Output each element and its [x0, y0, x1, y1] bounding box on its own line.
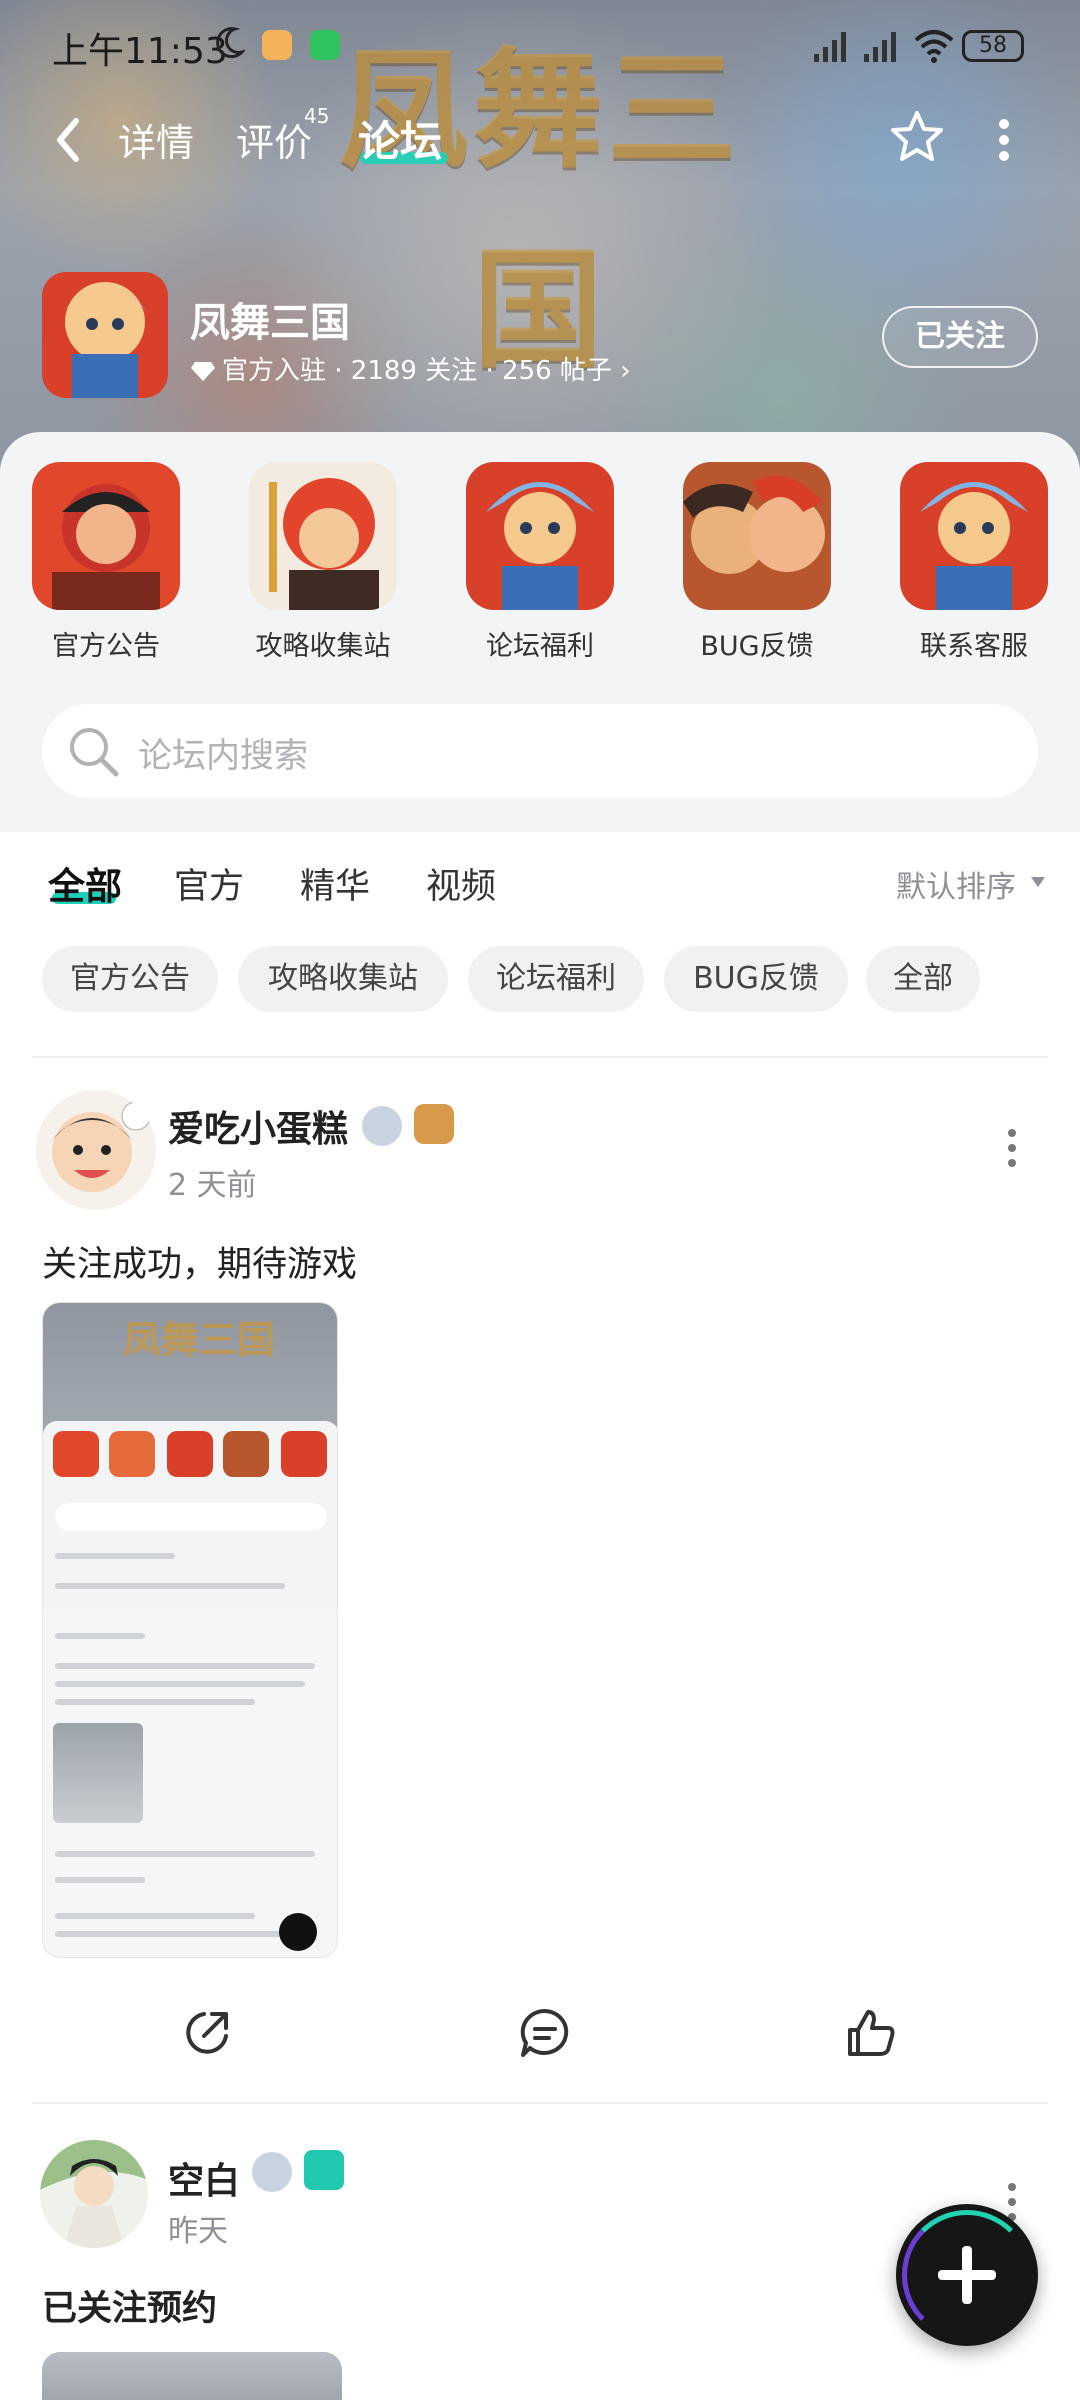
category-label: 攻略收集站	[255, 631, 391, 662]
filter-tab-official[interactable]: 官方	[174, 858, 244, 909]
screenshot-line	[55, 1583, 285, 1589]
followed-button[interactable]: 已关注	[882, 306, 1038, 368]
tab-detail[interactable]: 详情	[118, 112, 194, 167]
screenshot-search	[55, 1503, 327, 1531]
signal-icon	[814, 32, 846, 62]
screenshot-cat	[167, 1431, 213, 1477]
more-icon[interactable]	[996, 118, 1012, 162]
category-guides-image	[249, 462, 397, 610]
category-welfare-image	[466, 462, 614, 610]
share-icon[interactable]	[180, 2006, 234, 2060]
filter-tab-all[interactable]: 全部	[48, 856, 122, 910]
screenshot-line	[55, 1913, 255, 1919]
chip-welfare[interactable]: 论坛福利	[468, 946, 644, 1012]
post-image[interactable]	[42, 2352, 342, 2400]
review-count-badge: 45	[304, 104, 330, 128]
screenshot-line	[55, 1681, 305, 1687]
category-label: 论坛福利	[486, 631, 594, 662]
filter-tab-featured[interactable]: 精华	[300, 858, 370, 909]
screenshot-cat	[109, 1431, 155, 1477]
category-bug-report-image	[683, 462, 831, 610]
category-label: BUG反馈	[700, 631, 814, 662]
post-content[interactable]: 已关注预约	[42, 2280, 217, 2331]
section-divider	[32, 1056, 1048, 1058]
comment-icon[interactable]	[518, 2006, 572, 2060]
category-label: 联系客服	[920, 631, 1028, 662]
back-icon[interactable]	[50, 115, 86, 165]
status-bar: 上午11:53 58	[0, 0, 1080, 90]
game-name: 凤舞三国	[190, 300, 350, 346]
caret-down-icon	[1031, 877, 1045, 887]
category-label: 官方公告	[52, 631, 160, 662]
post-content[interactable]: 关注成功，期待游戏	[42, 1236, 357, 1287]
sort-dropdown[interactable]: 默认排序	[896, 862, 1016, 906]
tab-review[interactable]: 评价	[236, 112, 312, 167]
post-more-icon[interactable]	[1006, 1128, 1018, 1168]
plus-icon-stroke	[962, 2246, 972, 2304]
screenshot-logo: 凤舞三国	[123, 1317, 276, 1362]
screenshot-cat	[281, 1431, 327, 1477]
chip-bug-report[interactable]: BUG反馈	[664, 946, 848, 1012]
battery-indicator: 58	[962, 30, 1024, 62]
status-time: 上午11:53	[52, 31, 228, 72]
screenshot-line	[55, 1877, 145, 1883]
diamond-icon	[191, 362, 215, 381]
screenshot-cat	[53, 1431, 99, 1477]
game-avatar-art	[42, 272, 168, 398]
search-icon	[70, 728, 119, 777]
screenshot-line	[55, 1663, 315, 1669]
game-icon[interactable]	[42, 272, 168, 398]
moon-icon	[216, 27, 245, 59]
like-icon[interactable]	[844, 2006, 898, 2060]
category-guides[interactable]: 攻略收集站	[243, 462, 403, 663]
category-announcement-image	[32, 462, 180, 610]
screenshot-image	[53, 1723, 143, 1823]
screenshot-cat	[223, 1431, 269, 1477]
post-time: 昨天	[168, 2214, 228, 2249]
category-customer-service[interactable]: 联系客服	[894, 462, 1054, 663]
level-9-badge-icon	[304, 2150, 344, 2190]
avatar[interactable]	[36, 1090, 156, 1210]
wifi-icon	[914, 30, 954, 63]
filter-tab-video[interactable]: 视频	[426, 858, 496, 909]
notification-app-icon	[262, 30, 292, 60]
post-divider	[32, 2102, 1048, 2104]
screenshot-fab	[279, 1913, 317, 1951]
search-placeholder: 论坛内搜索	[138, 736, 308, 776]
chip-all[interactable]: 全部	[866, 946, 980, 1012]
forum-search-box[interactable]: 论坛内搜索	[42, 704, 1038, 798]
medal-badge-icon	[414, 1104, 454, 1144]
screenshot-line	[55, 1851, 315, 1857]
level-badge-icon	[362, 1106, 402, 1146]
tab-forum[interactable]: 论坛	[358, 108, 442, 169]
wechat-notification-icon	[310, 30, 340, 60]
screenshot-line	[55, 1553, 175, 1559]
create-post-button[interactable]	[896, 2204, 1038, 2346]
chevron-right-icon: ›	[620, 356, 631, 386]
screenshot-line	[55, 1633, 145, 1639]
category-announcement[interactable]: 官方公告	[26, 462, 186, 663]
post-username[interactable]: 爱吃小蛋糕	[168, 1100, 348, 1152]
post-image[interactable]: 凤舞三国	[42, 1302, 338, 1958]
avatar[interactable]	[40, 2140, 148, 2248]
star-icon[interactable]	[888, 108, 946, 166]
post-username[interactable]: 空白	[168, 2152, 240, 2204]
screenshot-line	[55, 1931, 315, 1937]
category-welfare[interactable]: 论坛福利	[460, 462, 620, 663]
screenshot-line	[55, 1699, 255, 1705]
post-time: 2 天前	[168, 1168, 257, 1203]
chip-guides[interactable]: 攻略收集站	[238, 946, 448, 1012]
category-bug-report[interactable]: BUG反馈	[677, 462, 837, 663]
chip-announcement[interactable]: 官方公告	[42, 946, 218, 1012]
signal-icon-2	[864, 32, 896, 62]
game-meta-line[interactable]: 官方入驻 · 2189 关注 · 256 帖子 ›	[190, 350, 631, 387]
game-meta-text: 官方入驻 · 2189 关注 · 256 帖子	[222, 356, 612, 386]
category-customer-service-image	[900, 462, 1048, 610]
level-badge-icon	[252, 2152, 292, 2192]
